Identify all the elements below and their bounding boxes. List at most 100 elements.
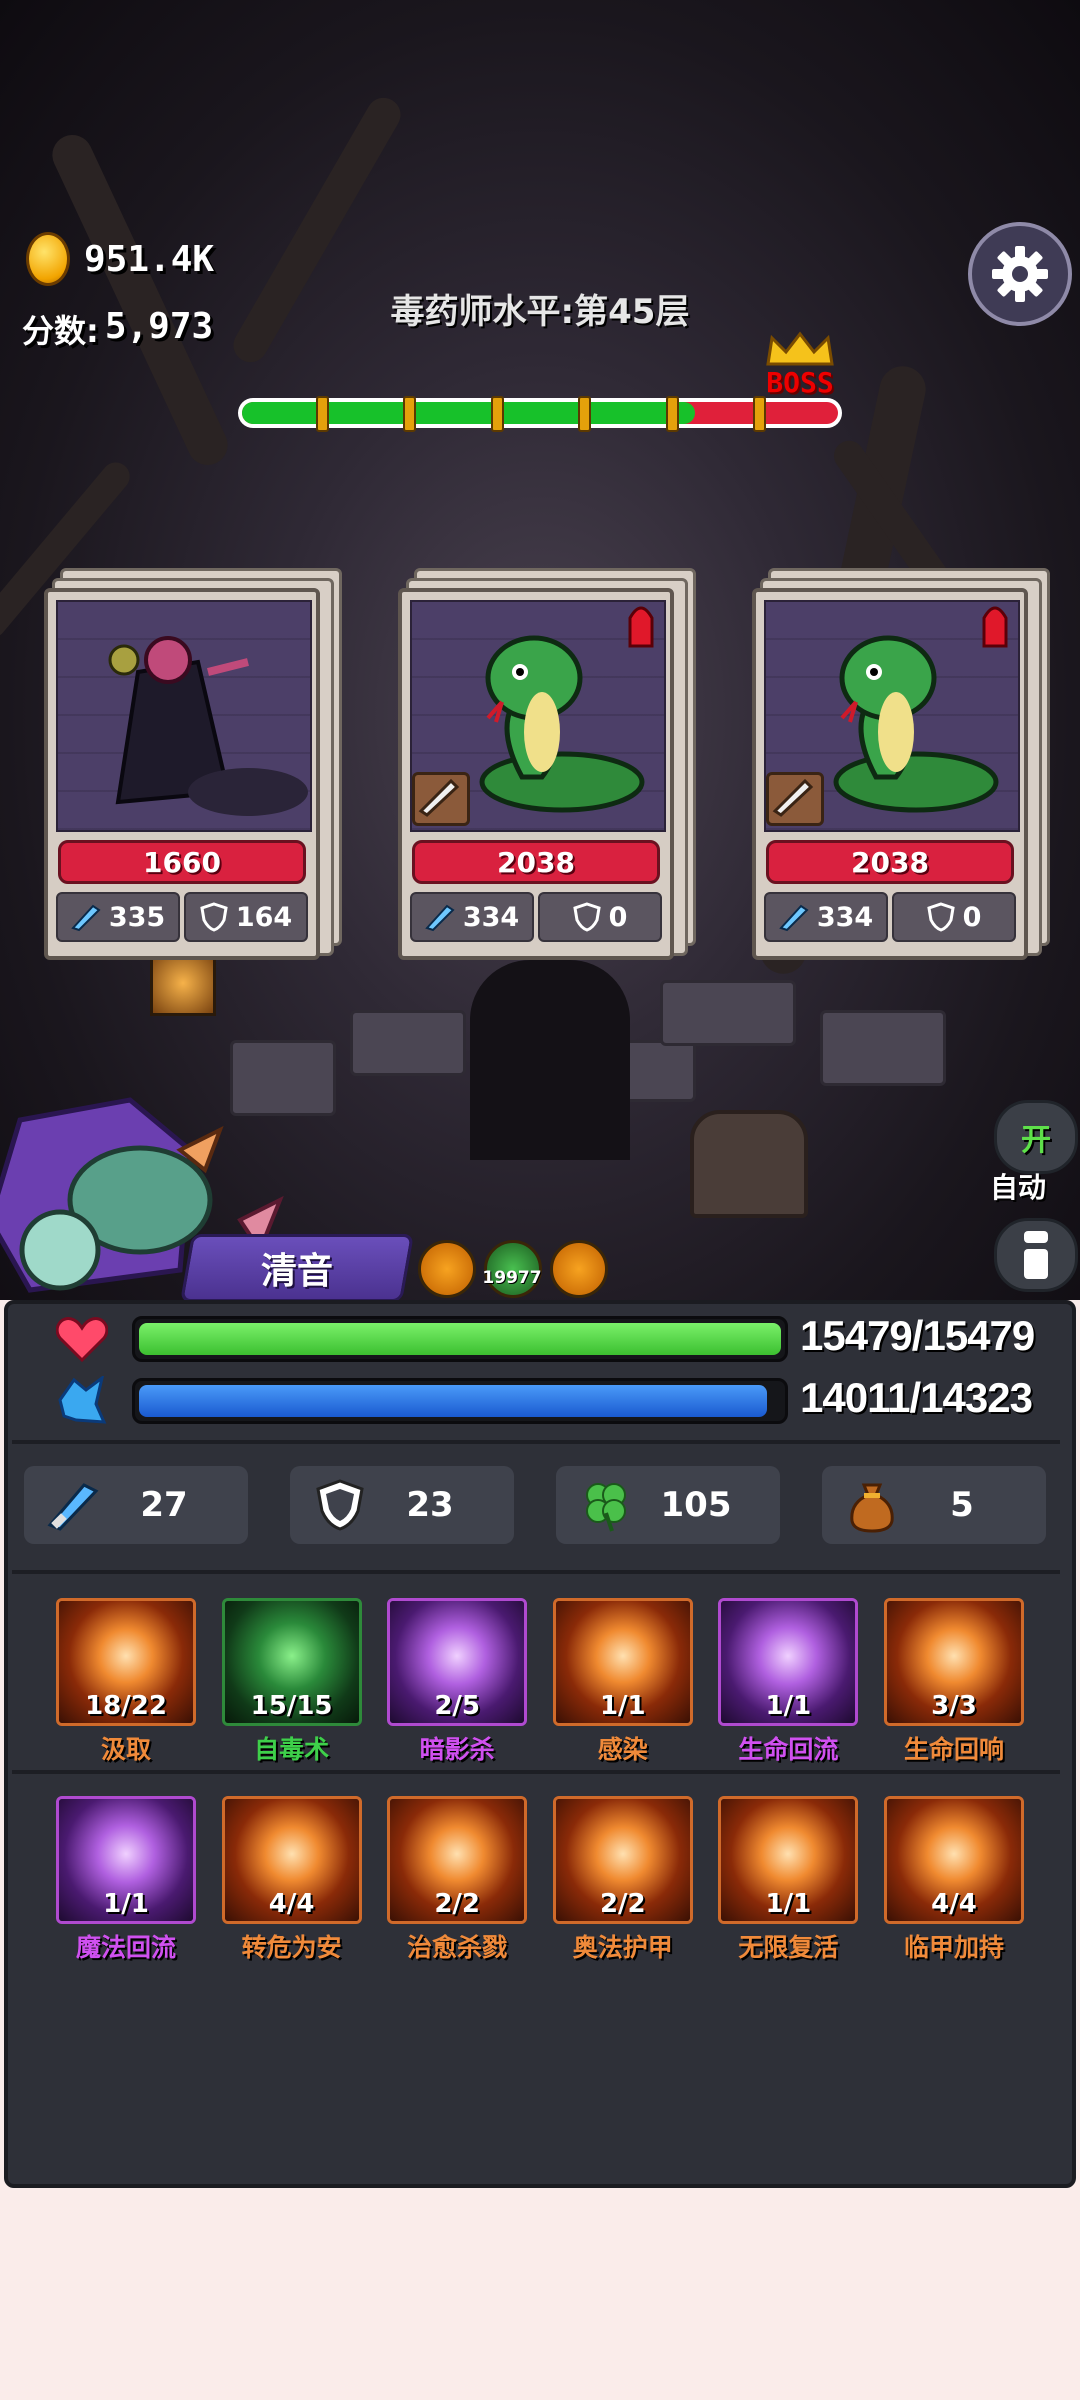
hp-bar: [132, 1316, 788, 1362]
weapon-badge-icon: [412, 772, 470, 826]
enemy-portrait: [56, 600, 312, 832]
auto-toggle-button[interactable]: 开: [994, 1100, 1078, 1174]
level-title: 毒药师水平:第45层: [390, 292, 690, 332]
progress-cleared-segment: [242, 402, 695, 424]
skill-slot[interactable]: 4/4: [221, 1796, 362, 1924]
skill-name: 暗影杀: [419, 1735, 495, 1764]
skill-level: 15/15: [250, 1691, 333, 1721]
shield-icon: [200, 902, 228, 932]
attribute-clover[interactable]: 105: [556, 1466, 780, 1544]
skill-slot[interactable]: 18/22: [56, 1598, 196, 1726]
skill-name: 生命回流: [738, 1735, 839, 1764]
enemy-defense-value: 0: [962, 901, 982, 933]
enemy-attack-stat: 334: [764, 892, 888, 942]
skill-name: 感染: [597, 1735, 648, 1764]
skill-name: 奥法护甲: [572, 1933, 673, 1962]
sword-icon: [425, 904, 455, 932]
skill-name: 临甲加持: [903, 1933, 1004, 1962]
shield-icon: [572, 902, 601, 932]
panel-divider: [12, 1770, 1060, 1774]
panel-divider: [12, 1570, 1060, 1574]
skill-level: 2/2: [434, 1889, 481, 1919]
attribute-value: 5: [950, 1485, 974, 1525]
enemy-card-face: 1660 335 164: [44, 588, 320, 960]
stone-brick: [820, 1010, 946, 1086]
skill-level: 1/1: [599, 1691, 646, 1721]
skill-name: 生命回响: [903, 1735, 1004, 1764]
enemy-hp-bar: 1660: [58, 840, 306, 884]
hero-name: 清音: [260, 1251, 333, 1292]
enemy-attack-value: 334: [462, 901, 520, 933]
info-icon: [1024, 1231, 1048, 1279]
boss-marker: BOSS: [760, 330, 840, 402]
enemy-hp-value: 1660: [143, 845, 221, 879]
skill-slot[interactable]: 1/1: [56, 1796, 196, 1924]
mp-bar: [132, 1378, 788, 1424]
progress-tick: [403, 396, 416, 432]
enemy-card[interactable]: 2038 334 0: [398, 568, 696, 960]
buff-icon-warrior[interactable]: [418, 1240, 476, 1298]
money-bag-icon: [842, 1475, 902, 1535]
enemy-card[interactable]: 1660 335 164: [44, 568, 342, 960]
enemy-hp-value: 2038: [851, 845, 929, 879]
skill-slot[interactable]: 2/2: [387, 1796, 528, 1924]
attribute-shield[interactable]: 23: [290, 1466, 514, 1544]
enemy-defense-stat: 0: [892, 892, 1016, 942]
skill-slot[interactable]: 2/2: [552, 1796, 693, 1924]
mana-crystal-icon: [58, 1376, 107, 1424]
skill-slot[interactable]: 3/3: [884, 1598, 1024, 1726]
witch-sprite: [108, 636, 308, 816]
enemy-stats: 334 0: [764, 892, 1016, 942]
mp-text: 14011/14323: [800, 1374, 1033, 1421]
enemy-defense-stat: 164: [184, 892, 308, 942]
shield-icon: [926, 902, 955, 932]
boss-label: BOSS: [766, 366, 834, 399]
progress-tick: [316, 396, 329, 432]
enemy-card-face: 2038 334 0: [752, 588, 1028, 960]
buff-icon-fist[interactable]: [550, 1240, 608, 1298]
enemy-hp-value: 2038: [497, 845, 575, 879]
hero-name-plate: 清音: [180, 1234, 414, 1302]
level-progress-bar: [238, 396, 842, 432]
skill-slot[interactable]: 1/1: [718, 1598, 859, 1726]
enemy-attack-value: 334: [816, 901, 874, 933]
progress-tick: [578, 396, 591, 432]
stone-brick: [660, 980, 796, 1046]
enemy-stats: 335 164: [56, 892, 308, 942]
enemy-attack-value: 335: [108, 901, 166, 933]
skill-slot[interactable]: 2/5: [387, 1598, 528, 1726]
skill-name: 治愈杀戮: [407, 1933, 508, 1962]
attribute-sword[interactable]: 27: [24, 1466, 248, 1544]
crown-icon: [766, 331, 834, 366]
enemy-card-face: 2038 334 0: [398, 588, 674, 960]
game-screen: 951.4K 分数: 5,973 毒药师水平:第45层 BOSS 1660 33…: [0, 0, 1080, 2188]
skill-level: 4/4: [268, 1889, 315, 1919]
skill-level: 1/1: [765, 1889, 812, 1919]
stone-brick: [350, 1010, 466, 1076]
dark-doorway: [470, 960, 630, 1160]
attribute-money-bag[interactable]: 5: [822, 1466, 1046, 1544]
skill-name: 汲取: [100, 1735, 151, 1764]
skill-slot[interactable]: 1/1: [718, 1796, 859, 1924]
hp-text: 15479/15479: [800, 1312, 1035, 1359]
skill-level: 1/1: [765, 1691, 812, 1721]
hp-bar-fill: [139, 1323, 781, 1355]
alert-icon: [980, 598, 1010, 654]
enemy-card[interactable]: 2038 334 0: [752, 568, 1050, 960]
gold-display: 951.4K: [26, 232, 214, 286]
weapon-badge-icon: [766, 772, 824, 826]
skill-slot[interactable]: 4/4: [884, 1796, 1024, 1924]
attribute-value: 27: [140, 1485, 188, 1525]
progress-tick: [666, 396, 679, 432]
skill-level: 1/1: [103, 1889, 149, 1919]
skill-name: 自毒术: [254, 1735, 330, 1764]
enemy-defense-value: 0: [608, 901, 628, 933]
attribute-value: 23: [406, 1485, 454, 1525]
enemy-stats: 334 0: [410, 892, 662, 942]
skill-slot[interactable]: 1/1: [552, 1598, 693, 1726]
info-button[interactable]: [994, 1218, 1078, 1292]
sword-icon: [44, 1475, 104, 1535]
heart-icon: [56, 1317, 108, 1362]
auto-label: 自动: [990, 1171, 1047, 1204]
skill-slot[interactable]: 15/15: [221, 1598, 362, 1726]
